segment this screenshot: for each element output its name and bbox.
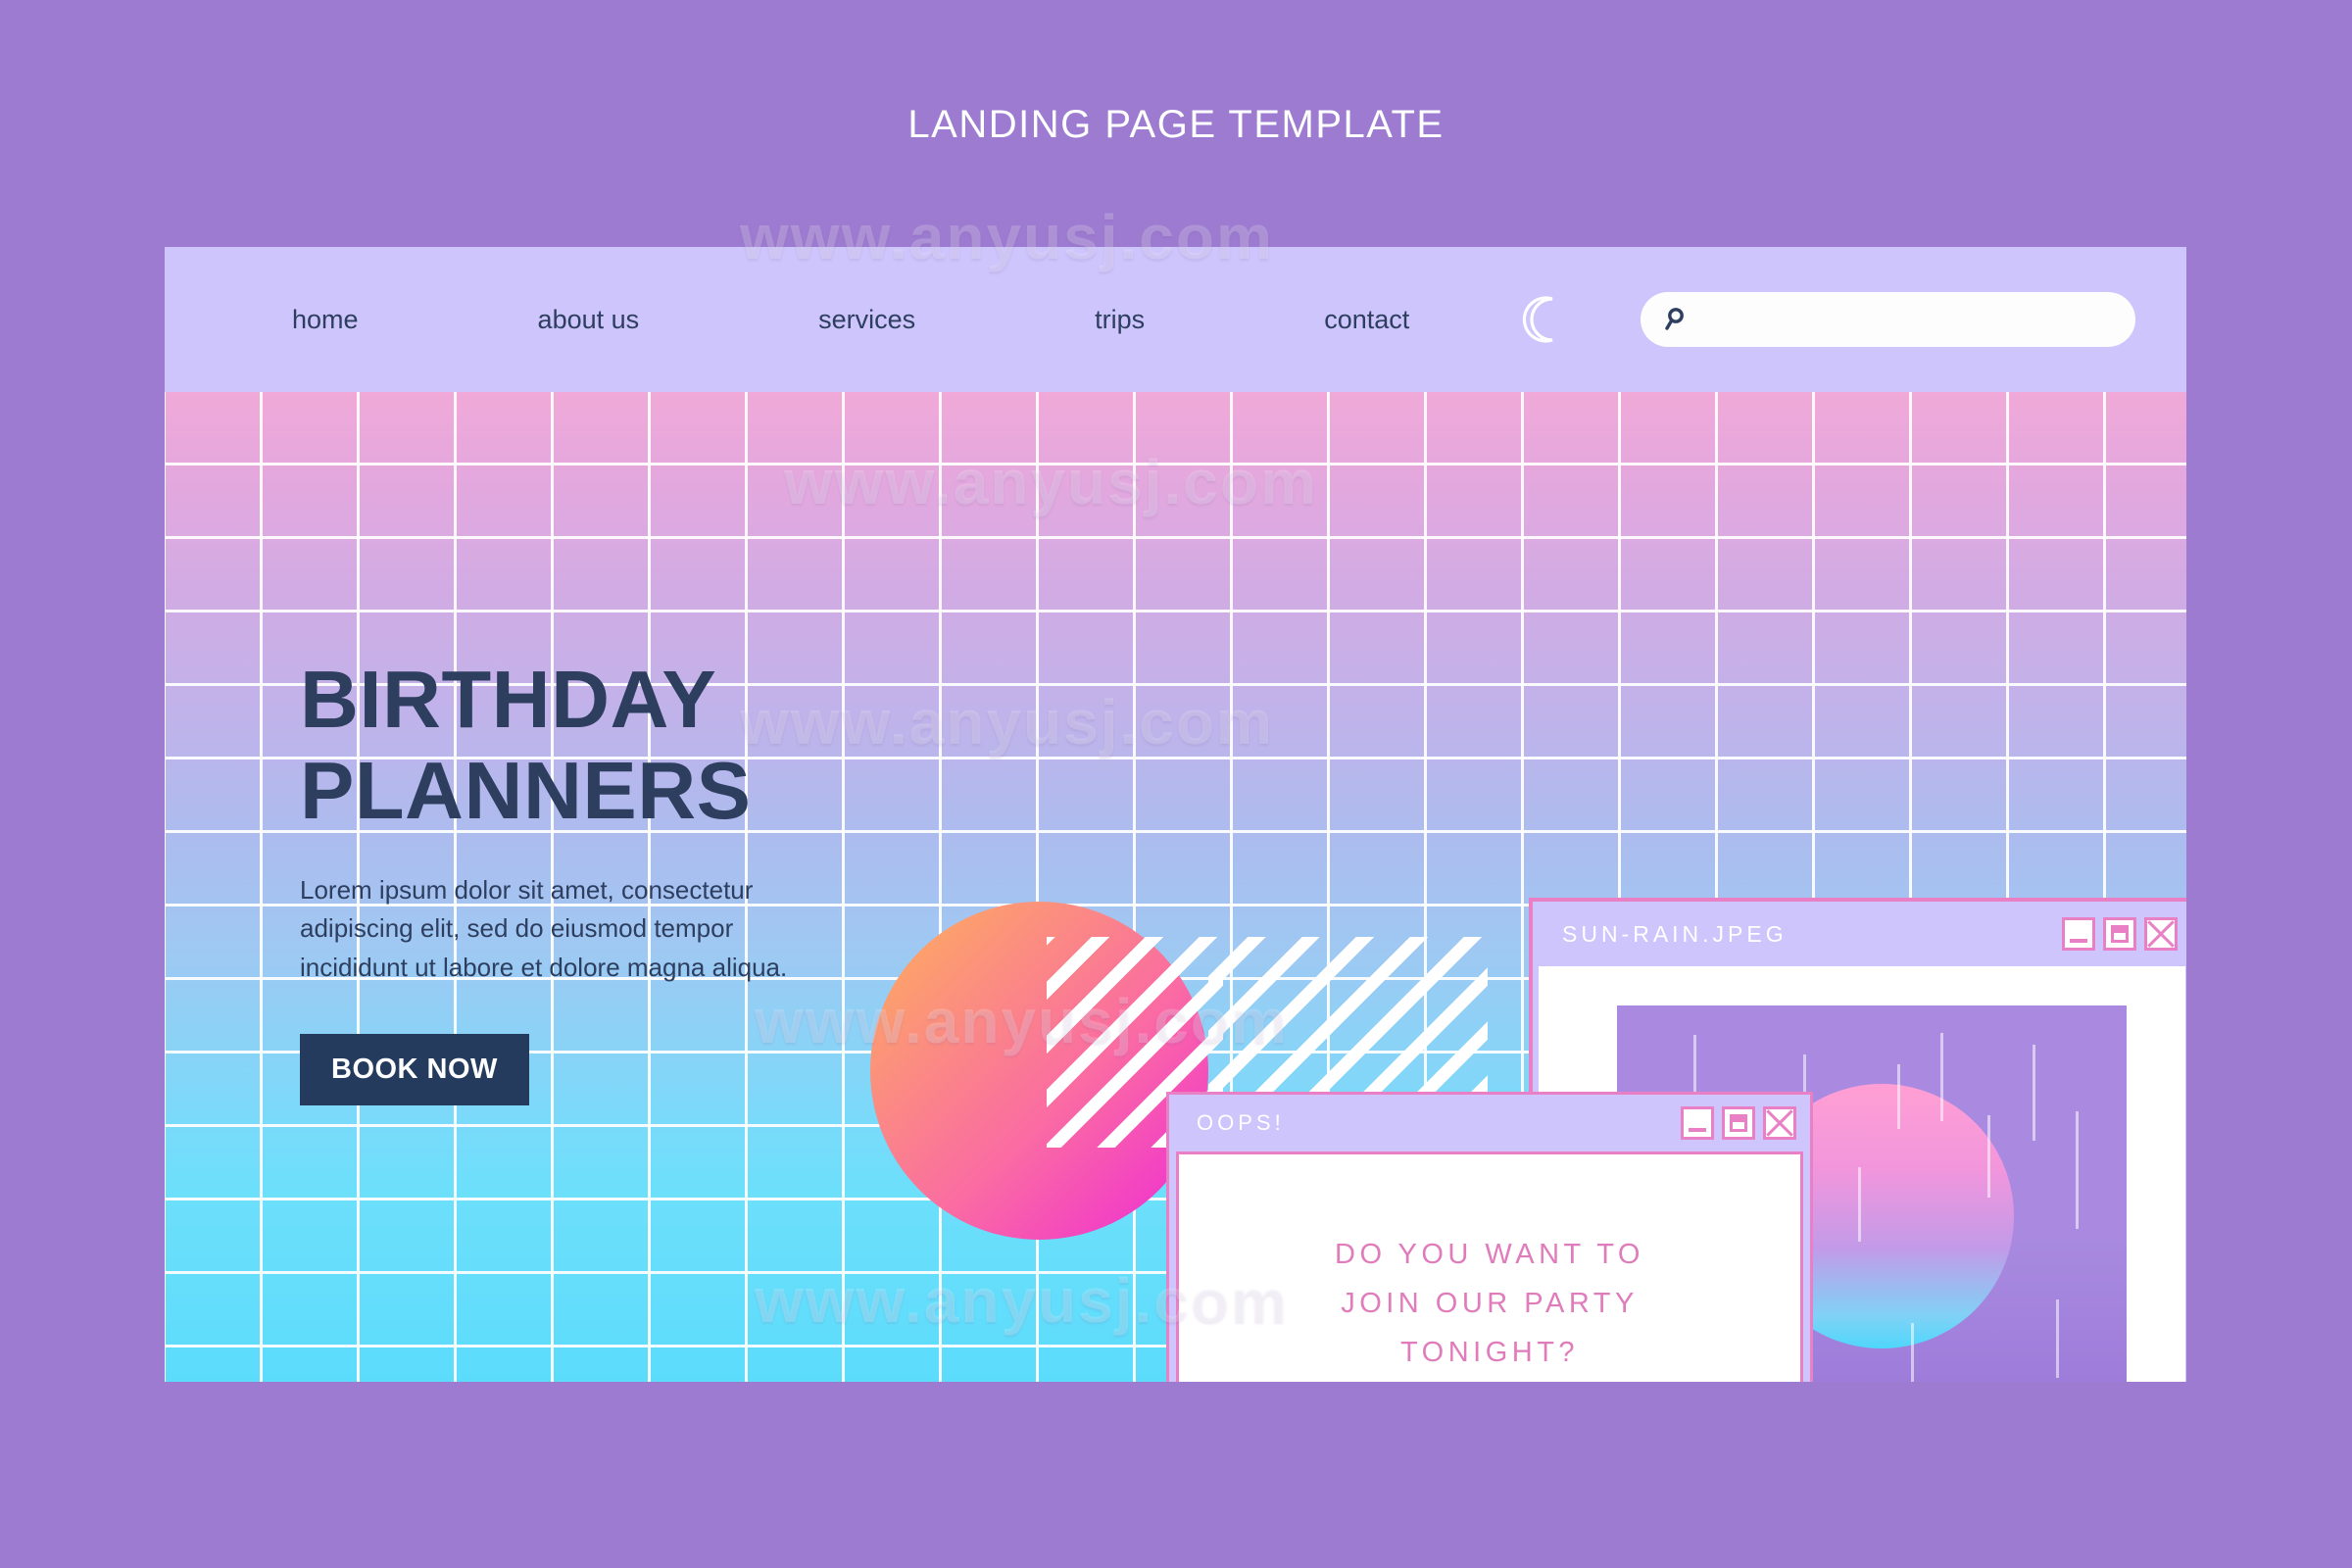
dialog-question-line-3: TONIGHT? [1399,1336,1580,1368]
minimize-icon[interactable] [2062,917,2095,951]
image-window-controls [2062,917,2178,951]
heading-line-1: BIRTHDAY [300,654,717,745]
dialog-question: DO YOU WANT TO JOIN OUR PARTY TONIGHT? [1264,1231,1715,1378]
book-now-button[interactable]: BOOK NOW [300,1034,529,1106]
close-icon[interactable] [2144,917,2178,951]
search-bar[interactable] [1641,292,2136,347]
navigation-bar: home about us services trips contact [165,247,2186,392]
dialog-question-line-1: DO YOU WANT TO [1335,1239,1644,1270]
dialog-title: OOPS! [1197,1110,1285,1135]
nav-item-home[interactable]: home [292,305,359,335]
nav-links: home about us services trips contact [292,305,1409,335]
page-title: LANDING PAGE TEMPLATE [907,103,1445,146]
search-icon [1664,306,1691,333]
heading-line-2: PLANNERS [300,744,752,836]
hero-paragraph: Lorem ipsum dolor sit amet, consectetur … [300,874,788,982]
crescent-moon-icon[interactable] [1519,293,1572,346]
dialog-question-line-2: JOIN OUR PARTY [1341,1287,1639,1319]
dialog-window-controls [1681,1106,1796,1140]
minimize-icon[interactable] [1681,1106,1714,1140]
nav-item-trips[interactable]: trips [1095,305,1145,335]
maximize-icon[interactable] [2103,917,2136,951]
oops-dialog[interactable]: OOPS! DO YOU WANT TO JOIN OUR PARTY TONI… [1166,1092,1813,1382]
hero-copy: BIRTHDAY PLANNERS Lorem ipsum dolor sit … [300,654,907,1106]
nav-item-services[interactable]: services [818,305,915,335]
page-heading: BIRTHDAY PLANNERS [300,654,907,837]
nav-item-contact[interactable]: contact [1324,305,1409,335]
image-window-titlebar[interactable]: SUN-RAIN.JPEG [1533,902,2186,966]
landing-page-frame: home about us services trips contact BIR… [165,247,2186,1382]
close-icon[interactable] [1763,1106,1796,1140]
dialog-body: DO YOU WANT TO JOIN OUR PARTY TONIGHT? Y… [1176,1152,1803,1382]
hero-section: BIRTHDAY PLANNERS Lorem ipsum dolor sit … [165,392,2186,1382]
search-input[interactable] [1691,307,2136,332]
image-window-title: SUN-RAIN.JPEG [1562,920,1788,947]
nav-item-about-us[interactable]: about us [538,305,640,335]
dialog-titlebar[interactable]: OOPS! [1169,1095,1810,1152]
maximize-icon[interactable] [1722,1106,1755,1140]
